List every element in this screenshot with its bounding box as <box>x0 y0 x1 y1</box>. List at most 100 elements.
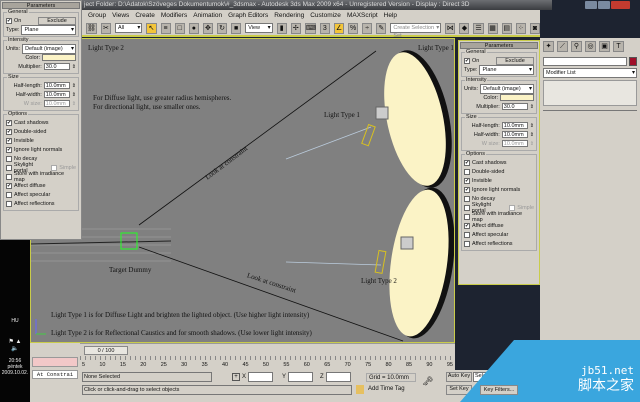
exclude-button[interactable]: Exclude <box>38 16 76 25</box>
unlink-icon[interactable]: ✂ <box>100 22 111 34</box>
motion-tab-icon[interactable]: ◎ <box>585 41 596 52</box>
half-width-field[interactable]: 10.0mm <box>43 91 70 98</box>
mirror-icon[interactable]: ⋈ <box>445 22 456 34</box>
half-width-field[interactable]: 10.0mm <box>501 131 528 138</box>
option-checkbox[interactable]: ✔ <box>464 222 470 229</box>
rotate-icon[interactable]: ↻ <box>216 22 228 34</box>
named-selection-icon[interactable]: ✎ <box>376 22 387 34</box>
tray-icons[interactable]: ⚑ ▲ 🔈 <box>0 338 30 352</box>
hierarchy-tab-icon[interactable]: ⚲ <box>571 41 582 52</box>
option-checkbox[interactable] <box>6 164 12 171</box>
track-bar[interactable]: 5 10 15 20 25 30 35 40 45 50 55 60 65 70 75 80 85 90 95 <box>80 356 455 370</box>
rollout-header[interactable]: Parameters <box>460 42 538 49</box>
option-checkbox[interactable]: ✔ <box>6 146 12 153</box>
units-dropdown[interactable]: Default (image) <box>22 43 76 54</box>
auto-key-button[interactable]: Auto Key <box>446 372 472 382</box>
type-dropdown[interactable]: Plane <box>21 24 76 35</box>
menu-customize[interactable]: Customize <box>310 10 341 21</box>
perspective-viewport[interactable]: Light Type 2 Light Type 1 For Diffuse li… <box>30 38 455 343</box>
selection-filter-dropdown[interactable]: All <box>115 23 143 33</box>
z-coordinate-field[interactable] <box>326 372 351 382</box>
manipulate-icon[interactable]: ✢ <box>290 22 301 34</box>
color-swatch[interactable] <box>42 54 76 61</box>
half-length-field[interactable]: 10.0mm <box>501 122 528 129</box>
option-checkbox[interactable] <box>6 200 12 207</box>
time-slider[interactable]: 0 / 100 <box>80 343 455 356</box>
link-icon[interactable]: ⛓ <box>86 22 97 34</box>
y-coordinate-field[interactable] <box>288 372 313 382</box>
option-checkbox[interactable] <box>464 168 470 175</box>
schematic-view-icon[interactable]: ▤ <box>501 22 512 34</box>
option-checkbox[interactable] <box>464 213 470 220</box>
select-by-name-icon[interactable]: ≡ <box>160 22 171 34</box>
rollout-header[interactable]: Parameters <box>2 2 80 9</box>
menu-create[interactable]: Create <box>135 10 155 21</box>
window-controls[interactable] <box>585 1 630 9</box>
spinner-snap-icon[interactable]: ÷ <box>362 22 373 34</box>
create-tab-icon[interactable]: ✦ <box>543 41 554 52</box>
utilities-tab-icon[interactable]: T <box>613 41 624 52</box>
type-dropdown[interactable]: Plane <box>479 64 534 75</box>
spinner-icon[interactable]: ⇕ <box>72 83 76 89</box>
x-coordinate-field[interactable] <box>248 372 273 382</box>
on-checkbox[interactable]: ✔ <box>464 57 470 64</box>
option-checkbox[interactable]: ✔ <box>464 159 470 166</box>
option-checkbox[interactable]: ✔ <box>6 128 12 135</box>
object-name-field[interactable] <box>543 57 627 66</box>
language-indicator[interactable]: HU <box>0 318 30 324</box>
option-checkbox[interactable] <box>6 173 12 180</box>
modifier-stack[interactable] <box>543 80 637 106</box>
spinner-icon[interactable]: ⇕ <box>530 132 534 138</box>
modify-tab-icon[interactable]: ⟋ <box>557 41 568 52</box>
select-icon[interactable]: ↖ <box>146 22 157 34</box>
menu-graph-editors[interactable]: Graph Editors <box>228 10 268 21</box>
add-time-tag-button[interactable]: Add Time Tag <box>366 385 416 394</box>
reference-coordinate-dropdown[interactable]: View <box>245 23 273 33</box>
option-checkbox[interactable] <box>464 231 470 238</box>
option-checkbox[interactable]: ✔ <box>6 137 12 144</box>
close-button[interactable] <box>610 1 630 9</box>
scale-icon[interactable]: ■ <box>231 22 242 34</box>
move-icon[interactable]: ✥ <box>202 22 213 34</box>
menu-views[interactable]: Views <box>112 10 129 21</box>
option-checkbox[interactable] <box>464 195 470 202</box>
option-checkbox[interactable]: ✔ <box>464 186 470 193</box>
render-setup-icon[interactable]: ◙ <box>529 22 540 34</box>
color-swatch[interactable] <box>500 94 534 101</box>
display-tab-icon[interactable]: ▣ <box>599 41 610 52</box>
time-tag-icon[interactable] <box>356 385 364 394</box>
maxscript-output[interactable]: At Constrai <box>32 370 78 379</box>
layer-manager-icon[interactable]: ☰ <box>473 22 484 34</box>
option-checkbox[interactable] <box>6 191 12 198</box>
spinner-icon[interactable]: ⇕ <box>72 92 76 98</box>
on-checkbox[interactable]: ✔ <box>6 17 12 24</box>
option-checkbox[interactable] <box>464 240 470 247</box>
window-crossing-icon[interactable]: ● <box>188 22 199 34</box>
exclude-button[interactable]: Exclude <box>496 56 534 65</box>
multiplier-field[interactable]: 30.0 <box>501 103 528 110</box>
modifier-list-dropdown[interactable]: Modifier List <box>543 68 637 78</box>
keyboard-shortcut-icon[interactable]: ⌨ <box>304 22 316 34</box>
percent-snap-icon[interactable]: % <box>348 22 359 34</box>
option-checkbox[interactable]: ✔ <box>464 177 470 184</box>
maxscript-listener-input[interactable] <box>32 357 78 367</box>
multiplier-field[interactable]: 30.0 <box>43 63 70 70</box>
menu-group[interactable]: Group <box>88 10 106 21</box>
spinner-icon[interactable]: ⇕ <box>530 123 534 129</box>
material-editor-icon[interactable]: ⁘ <box>515 22 526 34</box>
menu-modifiers[interactable]: Modifiers <box>161 10 187 21</box>
key-filters-button[interactable]: Key Filters... <box>480 385 518 395</box>
align-icon[interactable]: ◆ <box>459 22 470 34</box>
absolute-mode-icon[interactable]: + <box>232 373 240 381</box>
pivot-icon[interactable]: ▮ <box>276 22 287 34</box>
option-checkbox[interactable]: ✔ <box>6 119 12 126</box>
menu-animation[interactable]: Animation <box>193 10 222 21</box>
curve-editor-icon[interactable]: ▦ <box>487 22 498 34</box>
option-checkbox[interactable] <box>6 155 12 162</box>
snap-icon[interactable]: 3 <box>319 22 330 34</box>
object-color-swatch[interactable] <box>629 57 637 66</box>
spinner-icon[interactable]: ⇕ <box>530 104 534 110</box>
menu-rendering[interactable]: Rendering <box>274 10 304 21</box>
minimize-button[interactable] <box>585 1 597 9</box>
option-checkbox[interactable] <box>464 204 470 211</box>
